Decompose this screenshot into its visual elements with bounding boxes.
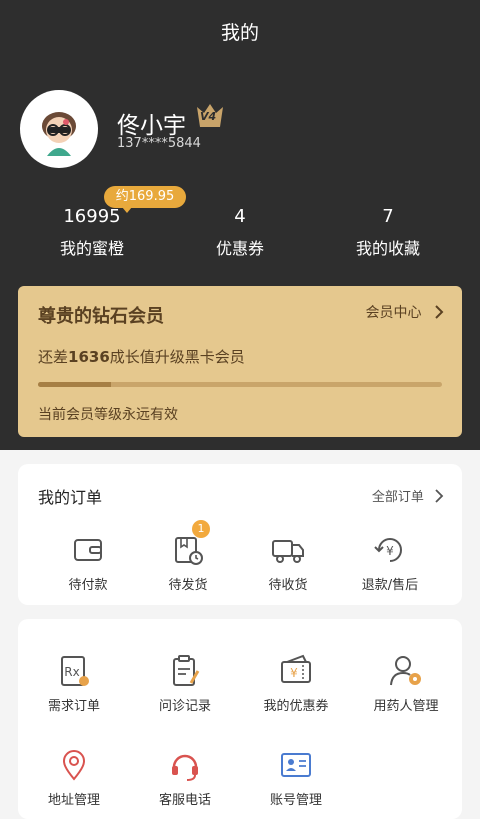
location-pin-icon <box>56 747 92 783</box>
stat-value: 16995 <box>63 206 121 227</box>
refund-icon: ¥ <box>372 532 408 568</box>
service-my-coupons[interactable]: ¥ 我的优惠券 <box>246 653 346 714</box>
stat-label: 优惠券 <box>215 239 264 258</box>
stat-coupons[interactable]: 4 优惠券 <box>170 206 310 259</box>
order-pending-receipt[interactable]: 待收货 <box>238 532 338 593</box>
avatar[interactable] <box>20 90 98 168</box>
vip-level-badge-icon: V4 <box>195 103 225 129</box>
order-pending-shipment[interactable]: 1 待发货 <box>138 520 238 593</box>
order-refund[interactable]: ¥ 退款/售后 <box>340 532 440 593</box>
svg-text:Rx: Rx <box>64 665 79 679</box>
stat-favorites[interactable]: 7 我的收藏 <box>318 206 458 259</box>
package-clock-icon: 1 <box>170 520 210 568</box>
svg-text:¥: ¥ <box>386 544 394 558</box>
order-label: 待收货 <box>268 578 308 593</box>
wallet-icon <box>70 532 106 568</box>
clipboard-pen-icon <box>167 653 203 689</box>
orders-title: 我的订单 <box>38 488 103 507</box>
id-card-icon <box>278 747 314 783</box>
growth-text: 还差1636成长值升级黑卡会员 <box>38 346 245 367</box>
truck-icon <box>270 532 306 568</box>
avatar-illustration <box>42 112 76 156</box>
service-demand-orders[interactable]: Rx 需求订单 <box>24 653 124 714</box>
user-gear-icon <box>388 653 424 689</box>
service-label: 我的优惠券 <box>263 699 329 714</box>
service-address-management[interactable]: 地址管理 <box>24 747 124 808</box>
service-label: 用药人管理 <box>373 699 439 714</box>
growth-suffix: 成长值升级黑卡会员 <box>109 348 245 366</box>
order-count-badge: 1 <box>192 520 210 538</box>
stat-label: 我的收藏 <box>355 239 420 258</box>
service-patient-management[interactable]: 用药人管理 <box>356 653 456 714</box>
prescription-icon: Rx <box>56 653 92 689</box>
order-label: 待付款 <box>68 578 108 593</box>
service-label: 地址管理 <box>47 793 100 808</box>
growth-progress-bar <box>38 382 442 387</box>
page-title: 我的 <box>220 22 259 44</box>
vip-title: 尊贵的钻石会员 <box>38 306 164 327</box>
growth-progress-fill <box>38 382 111 387</box>
order-label: 退款/售后 <box>361 578 419 593</box>
svg-text:¥: ¥ <box>290 666 298 680</box>
vip-level-text: V4 <box>200 110 217 123</box>
service-account-management[interactable]: 账号管理 <box>246 747 346 808</box>
service-label: 需求订单 <box>47 699 100 714</box>
coupon-icon: ¥ <box>278 653 314 689</box>
growth-prefix: 还差 <box>38 348 69 366</box>
service-label: 问诊记录 <box>158 699 211 714</box>
value-tip-badge: 约169.95 <box>104 186 186 213</box>
user-phone: 137****5844 <box>117 136 201 151</box>
services-card: Rx 需求订单 问诊记录 ¥ 我的优惠券 用药人管理 地址管理 客服电话 账号管… <box>18 619 462 819</box>
growth-value: 1636 <box>68 348 110 366</box>
service-consultation-records[interactable]: 问诊记录 <box>135 653 235 714</box>
all-orders-label: 全部订单 <box>371 490 424 505</box>
service-label: 客服电话 <box>158 793 211 808</box>
stat-honey-orange[interactable]: 16995 我的蜜橙 <box>22 206 162 259</box>
vip-validity: 当前会员等级永远有效 <box>38 407 178 423</box>
stat-value: 4 <box>234 206 246 227</box>
orders-card: 我的订单 全部订单 待付款 1 待发货 待收货 ¥ 退款/售后 <box>18 464 462 605</box>
user-name: 佟小宇 <box>117 113 186 139</box>
stat-value: 7 <box>382 206 394 227</box>
chevron-right-icon <box>435 489 444 503</box>
chevron-right-icon <box>435 305 444 319</box>
service-label: 账号管理 <box>269 793 322 808</box>
order-pending-payment[interactable]: 待付款 <box>38 532 138 593</box>
member-center-label: 会员中心 <box>365 305 422 321</box>
headset-icon <box>167 747 203 783</box>
vip-card: 尊贵的钻石会员 会员中心 还差1636成长值升级黑卡会员 当前会员等级永远有效 <box>18 286 462 437</box>
stat-label: 我的蜜橙 <box>59 239 124 258</box>
all-orders-link[interactable]: 全部订单 <box>372 486 444 505</box>
member-center-link[interactable]: 会员中心 <box>366 302 444 322</box>
service-customer-hotline[interactable]: 客服电话 <box>135 747 235 808</box>
order-label: 待发货 <box>168 578 208 593</box>
profile-header: 我的 佟小宇 V4 137****5844 约169.95 16995 我的蜜橙… <box>0 0 480 450</box>
